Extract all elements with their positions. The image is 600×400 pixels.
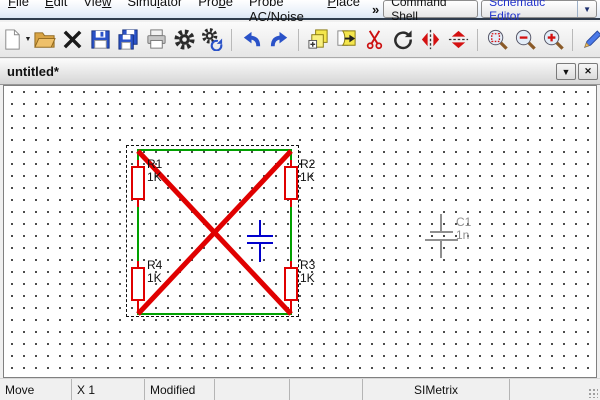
close-button[interactable]: [59, 25, 85, 55]
document-titlebar: untitled* ▼ ✕: [0, 59, 600, 85]
flip-horizontal-button[interactable]: [417, 25, 443, 55]
r3-value[interactable]: 1K: [300, 272, 315, 285]
toolbar-items: ▼: [3, 25, 600, 55]
close-icon: [61, 28, 84, 51]
new-document-icon: [1, 28, 24, 51]
cross-wires: [4, 86, 596, 377]
menubar-overflow-chevron[interactable]: »: [368, 2, 383, 17]
open-folder-button[interactable]: [31, 25, 57, 55]
r4-lead2: [137, 301, 139, 313]
command-shell-label: Command Shell: [391, 0, 470, 23]
cut-icon: [363, 28, 386, 51]
copy-icon: [307, 28, 330, 51]
save-all-icon: [117, 28, 140, 51]
save-all-button[interactable]: [115, 25, 141, 55]
r2-lead2: [290, 200, 292, 207]
toolbar-separator: [294, 27, 303, 53]
redo-icon: [268, 28, 291, 51]
status-empty-2: [290, 379, 363, 400]
status-scale: X 1: [72, 379, 145, 400]
r3-lead2: [290, 301, 292, 313]
gear-run-button[interactable]: [199, 25, 225, 55]
document-title: untitled*: [7, 64, 59, 79]
r1-value[interactable]: 1K: [147, 171, 162, 184]
toolbar-separator: [473, 27, 482, 53]
schematic-canvas[interactable]: R1 1K R2 1K R4 1K R3 1K C1 1n: [3, 85, 597, 378]
zoom-area-button[interactable]: [484, 25, 510, 55]
undo-icon: [240, 28, 263, 51]
print-button[interactable]: [143, 25, 169, 55]
window-close-button[interactable]: ✕: [578, 63, 598, 80]
rotate-icon: [391, 28, 414, 51]
capacitor-selected[interactable]: [246, 220, 276, 262]
gear-icon: [173, 28, 196, 51]
status-empty-3: [510, 379, 600, 400]
zoom-out-button[interactable]: [512, 25, 538, 55]
zoom-area-icon: [486, 28, 509, 51]
status-app: SIMetrix: [363, 379, 510, 400]
zoom-out-icon: [514, 28, 537, 51]
resistor-r4[interactable]: [131, 267, 145, 301]
flip-vertical-icon: [447, 28, 470, 51]
status-state: Modified: [145, 379, 215, 400]
editor-selector-label: Schematic Editor: [489, 0, 571, 23]
capacitor-c1-ghost[interactable]: [424, 212, 460, 260]
resize-grip[interactable]: [588, 388, 598, 398]
menubar: FileEditViewSimulatorProbeProbe AC/Noise…: [0, 0, 600, 20]
c1-value[interactable]: 1n: [456, 229, 469, 242]
r1-lead2: [137, 200, 139, 207]
resistor-r3[interactable]: [284, 267, 298, 301]
copy-button[interactable]: [305, 25, 331, 55]
command-shell-button[interactable]: Command Shell: [383, 0, 478, 18]
toolbar-separator: [568, 27, 577, 53]
r2-value[interactable]: 1K: [300, 171, 315, 184]
save-button[interactable]: [87, 25, 113, 55]
gear-button[interactable]: [171, 25, 197, 55]
zoom-in-icon: [542, 28, 565, 51]
save-icon: [89, 28, 112, 51]
redo-button[interactable]: [266, 25, 292, 55]
r4-value[interactable]: 1K: [147, 272, 162, 285]
pencil-button[interactable]: [579, 25, 600, 55]
editor-selector-dropdown[interactable]: Schematic Editor ▼: [481, 0, 597, 18]
flip-vertical-button[interactable]: [445, 25, 471, 55]
resistor-r2[interactable]: [284, 166, 298, 200]
open-folder-icon: [33, 28, 56, 51]
gear-run-icon: [201, 28, 224, 51]
zoom-in-button[interactable]: [540, 25, 566, 55]
pencil-icon: [581, 28, 600, 51]
toolbar: ▼ »: [0, 22, 600, 58]
chevron-down-icon[interactable]: ▼: [577, 1, 596, 17]
resistor-r1[interactable]: [131, 166, 145, 200]
undo-button[interactable]: [238, 25, 264, 55]
print-icon: [145, 28, 168, 51]
paste-button[interactable]: [333, 25, 359, 55]
status-empty-1: [215, 379, 290, 400]
flip-horizontal-icon: [419, 28, 442, 51]
cut-button[interactable]: [361, 25, 387, 55]
paste-icon: [335, 28, 358, 51]
rotate-button[interactable]: [389, 25, 415, 55]
window-restore-button[interactable]: ▼: [556, 63, 576, 80]
toolbar-separator: [227, 27, 236, 53]
new-document-button[interactable]: ▼: [3, 25, 29, 55]
statusbar: Move X 1 Modified SIMetrix: [0, 378, 600, 400]
status-mode: Move: [0, 379, 72, 400]
